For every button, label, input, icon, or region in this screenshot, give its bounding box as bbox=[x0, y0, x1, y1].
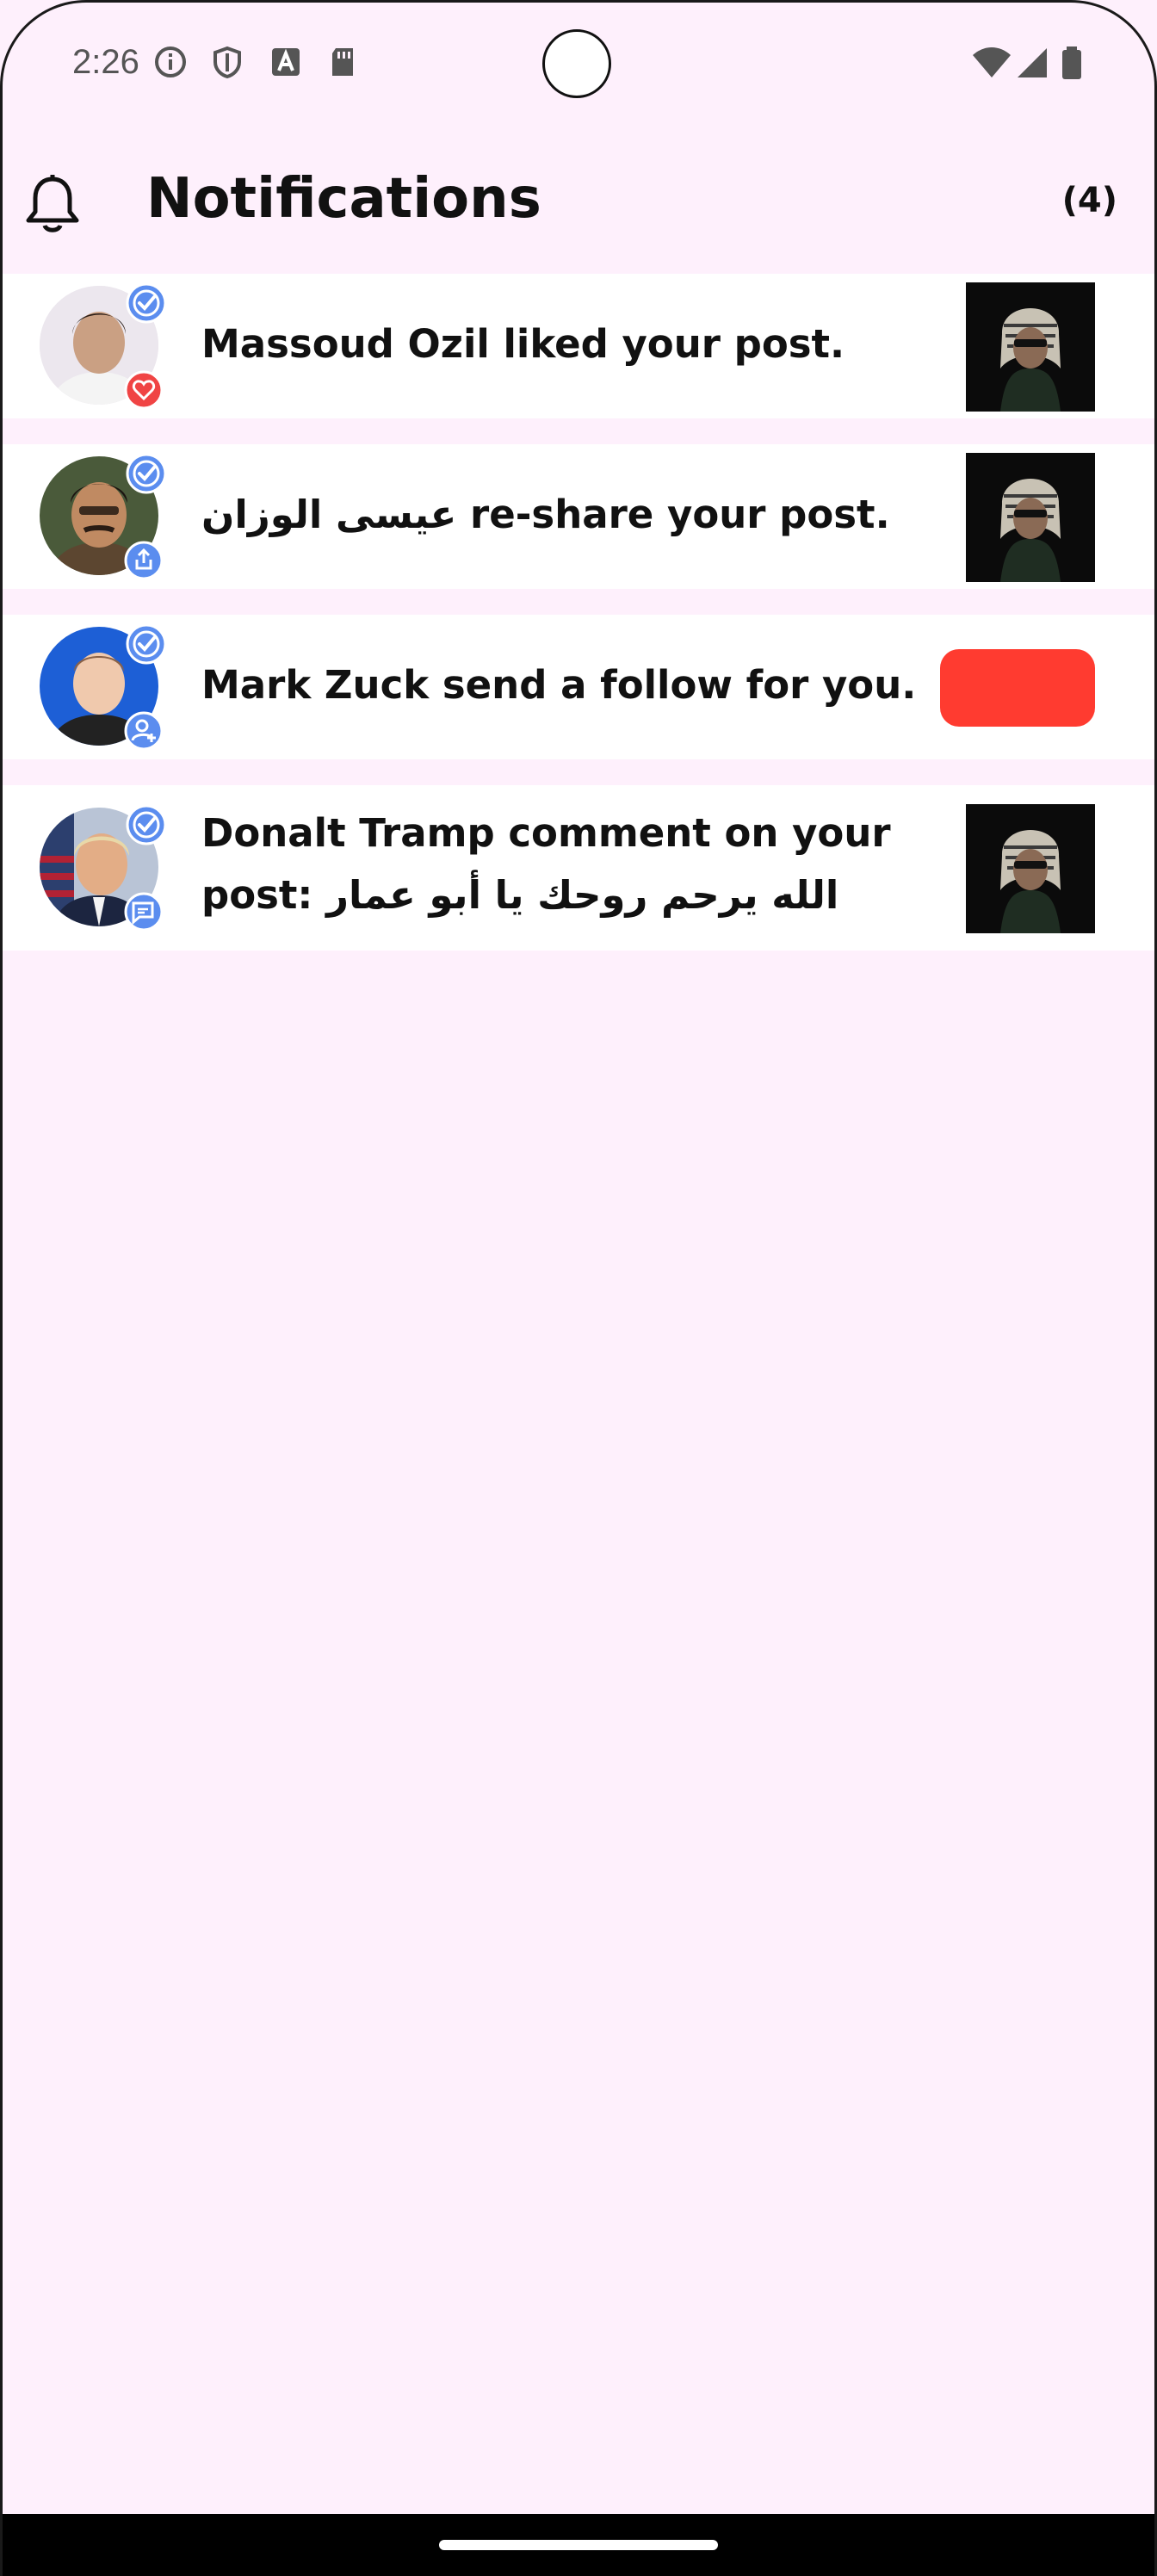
verified-icon bbox=[126, 804, 167, 845]
avatar[interactable] bbox=[40, 623, 167, 751]
post-thumbnail[interactable] bbox=[966, 282, 1095, 412]
status-time: 2:26 bbox=[72, 43, 139, 81]
wifi-icon bbox=[973, 47, 1011, 77]
notification-item[interactable]: Massoud Ozil liked your post. bbox=[0, 274, 1157, 418]
notification-count: (4) bbox=[1061, 181, 1117, 220]
verified-icon bbox=[126, 282, 167, 324]
app-header: Notifications (4) bbox=[0, 129, 1157, 274]
heart-icon bbox=[124, 370, 164, 410]
avatar[interactable] bbox=[40, 453, 167, 580]
page-title: Notifications bbox=[146, 167, 541, 231]
notification-item[interactable]: عيسى الوزان re-share your post. bbox=[0, 444, 1157, 589]
verified-icon bbox=[126, 453, 167, 494]
comment-icon bbox=[124, 892, 164, 932]
battery-icon bbox=[1062, 46, 1081, 79]
notification-text: Massoud Ozil liked your post. bbox=[201, 321, 845, 367]
notification-text: Mark Zuck send a follow for you. bbox=[201, 662, 917, 708]
avatar[interactable] bbox=[40, 804, 167, 932]
verified-icon bbox=[126, 623, 167, 665]
notification-text-line: Donalt Tramp comment on your bbox=[201, 810, 891, 856]
share-icon bbox=[124, 541, 164, 580]
notification-item[interactable]: Donalt Tramp comment on your post: الله … bbox=[0, 785, 1157, 951]
info-icon bbox=[155, 46, 186, 77]
navigation-bar bbox=[0, 2514, 1157, 2576]
post-thumbnail[interactable] bbox=[966, 804, 1095, 933]
notification-text: Donalt Tramp comment on your post: الله … bbox=[201, 802, 891, 926]
add-person-icon bbox=[124, 711, 164, 751]
text-a-icon bbox=[272, 48, 300, 76]
notification-item[interactable]: Mark Zuck send a follow for you. bbox=[0, 615, 1157, 759]
sd-card-icon bbox=[332, 48, 353, 76]
bell-icon[interactable] bbox=[24, 174, 81, 234]
avatar[interactable] bbox=[40, 282, 167, 410]
notification-text-line: post: الله يرحم روحك يا أبو عمار bbox=[201, 872, 839, 918]
shield-icon bbox=[213, 46, 241, 79]
status-bar: 2:26 bbox=[0, 0, 1157, 129]
home-gesture-handle[interactable] bbox=[439, 2540, 718, 2550]
signal-icon bbox=[1018, 48, 1047, 77]
notification-text: عيسى الوزان re-share your post. bbox=[201, 492, 890, 537]
front-camera bbox=[542, 29, 611, 98]
post-thumbnail[interactable] bbox=[966, 453, 1095, 582]
follow-button[interactable] bbox=[940, 649, 1095, 727]
